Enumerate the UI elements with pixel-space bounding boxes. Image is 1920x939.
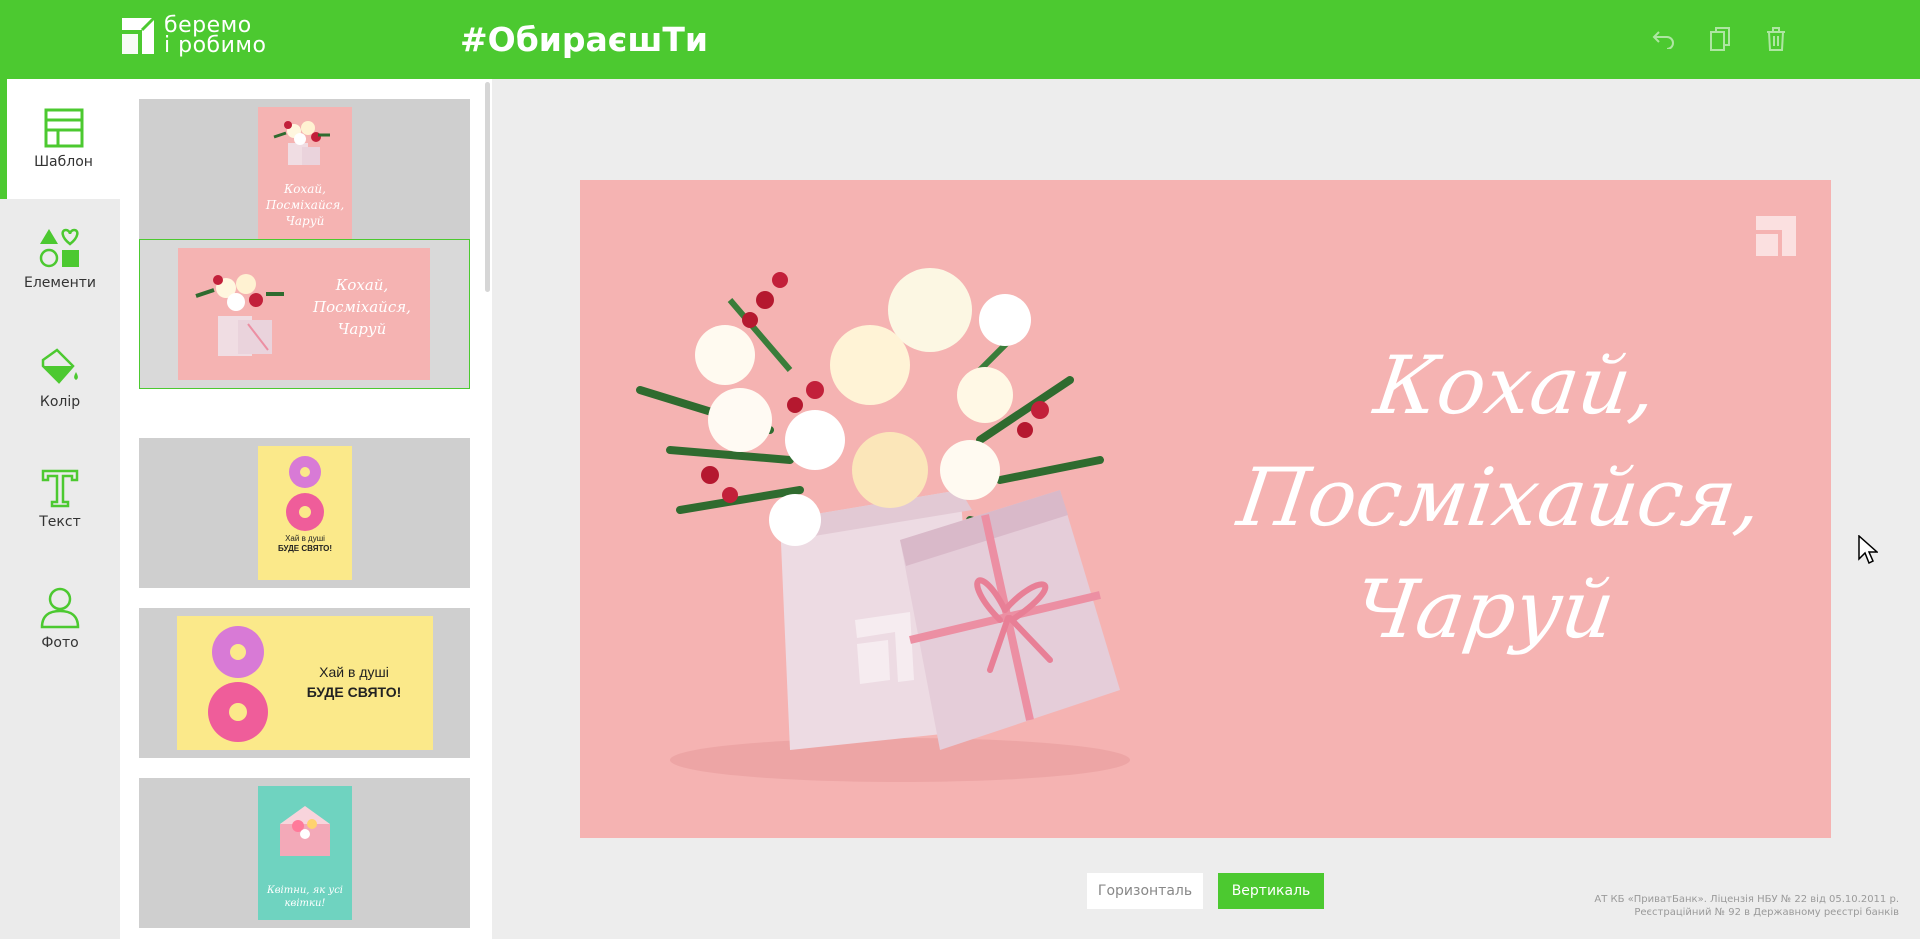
template-icon	[44, 108, 83, 148]
card-title-line-3: Чаруй	[1348, 563, 1621, 656]
template-panel: Кохай, Посміхайся, Чаруй Кохай, Посміхай…	[120, 79, 492, 939]
card-title[interactable]: Кохай, Посміхайся, Чаруй	[1196, 330, 1803, 666]
template-4-text: Хай в душі БУДЕ СВЯТО!	[299, 662, 409, 702]
bouquet-illustration	[195, 274, 284, 356]
card-title-line-1: Кохай,	[1369, 339, 1663, 432]
template-3-preview: Хай в душі БУДЕ СВЯТО!	[258, 446, 352, 580]
template-3-text-line2: БУДЕ СВЯТО!	[277, 544, 333, 553]
logo[interactable]: беремо і робимо	[120, 15, 267, 58]
hashtag-title: #ОбираєшТи	[460, 20, 708, 59]
bouquet-gift-illustration	[636, 268, 1130, 782]
template-2-text: Кохай, Посміхайся, Чаруй	[313, 276, 411, 338]
horizontal-button[interactable]: Горизонталь	[1087, 873, 1203, 909]
template-3-text-line1: Хай в душі	[285, 534, 325, 543]
template-5-text: Квітни, як усі квітки!	[267, 885, 343, 909]
tool-text-label: Текст	[39, 514, 81, 530]
tool-text[interactable]: Текст	[0, 439, 120, 559]
template-thumb-1[interactable]: Кохай, Посміхайся, Чаруй	[139, 99, 470, 249]
legal-line-2: Реєстраційний № 92 в Державному реєстрі …	[1634, 907, 1899, 918]
shapes-icon	[39, 228, 79, 268]
envelope-flowers-illustration	[280, 806, 330, 856]
text-icon	[41, 469, 79, 508]
copy-icon	[1710, 27, 1730, 51]
undo-icon	[1652, 31, 1674, 49]
postcard-canvas[interactable]: Кохай, Посміхайся, Чаруй	[580, 180, 1831, 838]
privatbank-logo-icon	[120, 16, 156, 56]
logo-text: беремо і робимо	[164, 15, 267, 58]
template-5-preview: Квітни, як усі квітки!	[258, 786, 352, 920]
tool-photo[interactable]: Фото	[0, 559, 120, 679]
person-icon	[40, 587, 80, 629]
legal-notice: АТ КБ «ПриватБанк». Ліцензія НБУ № 22 ві…	[1594, 893, 1899, 919]
template-thumb-2[interactable]: Кохай, Посміхайся, Чаруй	[139, 239, 470, 389]
legal-line-1: АТ КБ «ПриватБанк». Ліцензія НБУ № 22 ві…	[1594, 894, 1899, 905]
template-1-preview: Кохай, Посміхайся, Чаруй	[258, 107, 352, 241]
undo-button[interactable]	[1650, 24, 1678, 54]
template-4-preview: Хай в душі БУДЕ СВЯТО!	[177, 616, 433, 750]
tool-elements-label: Елементи	[24, 275, 96, 291]
tool-color[interactable]: Колір	[0, 319, 120, 439]
tool-elements[interactable]: Елементи	[0, 199, 120, 319]
template-thumb-3[interactable]: Хай в душі БУДЕ СВЯТО!	[139, 438, 470, 588]
donut-illustration	[208, 626, 268, 742]
tool-photo-label: Фото	[41, 635, 79, 651]
template-3-text: Хай в душі БУДЕ СВЯТО!	[278, 534, 332, 554]
template-4-text-line1: Хай в душі	[319, 664, 389, 680]
top-bar: беремо і робимо #ОбираєшТи	[0, 0, 1920, 79]
vertical-button[interactable]: Вертикаль	[1218, 873, 1324, 909]
paint-bucket-icon	[41, 348, 78, 384]
tool-color-label: Колір	[39, 394, 81, 410]
mouse-cursor-icon	[1858, 535, 1878, 565]
template-thumb-5[interactable]: Квітни, як усі квітки!	[139, 778, 470, 928]
bouquet-illustration	[273, 121, 330, 165]
copy-button[interactable]	[1706, 24, 1734, 54]
delete-button[interactable]	[1762, 24, 1790, 54]
header-actions	[1650, 24, 1920, 54]
orientation-buttons: Горизонталь Вертикаль	[1087, 873, 1324, 909]
trash-icon	[1767, 27, 1785, 51]
template-4-text-line2: БУДЕ СВЯТО!	[306, 684, 402, 700]
template-panel-scrollbar[interactable]	[485, 82, 490, 292]
logo-line-2: і робимо	[164, 33, 267, 58]
card-title-line-2: Посміхайся,	[1232, 451, 1768, 544]
donut-illustration	[286, 456, 324, 531]
tool-sidebar: Шаблон Елементи Колір Текст Фото	[0, 79, 120, 939]
tool-template[interactable]: Шаблон	[0, 79, 120, 199]
template-2-preview: Кохай, Посміхайся, Чаруй	[178, 248, 430, 380]
card-logo-icon	[1756, 216, 1796, 256]
tool-template-label: Шаблон	[34, 154, 93, 170]
template-thumb-4[interactable]: Хай в душі БУДЕ СВЯТО!	[139, 608, 470, 758]
template-1-text: Кохай, Посміхайся, Чаруй	[265, 182, 345, 228]
